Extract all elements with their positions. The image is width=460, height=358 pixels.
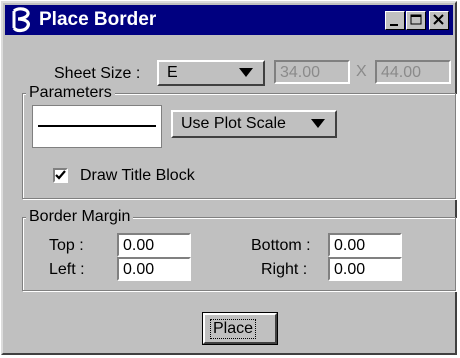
place-button-face: Place xyxy=(203,313,277,344)
close-button[interactable] xyxy=(429,11,449,30)
plot-scale-value: Use Plot Scale xyxy=(181,115,286,132)
border-margin-legend: Border Margin xyxy=(26,208,134,226)
right-margin-field[interactable]: 0.00 xyxy=(328,257,402,281)
close-icon xyxy=(433,14,444,25)
parameters-legend: Parameters xyxy=(26,84,115,102)
maximize-icon xyxy=(410,14,422,25)
chevron-down-icon xyxy=(311,119,325,128)
sheet-size-value: E xyxy=(167,64,178,81)
top-margin-field[interactable]: 0.00 xyxy=(117,233,191,257)
window-title: Place Border xyxy=(39,9,157,30)
place-button[interactable]: Place xyxy=(202,312,278,345)
sheet-height-field[interactable]: 44.00 xyxy=(375,60,451,84)
bottom-margin-field[interactable]: 0.00 xyxy=(328,233,402,257)
place-button-label: Place xyxy=(210,319,257,339)
line-style-sample xyxy=(38,125,156,127)
sheet-size-dropdown[interactable]: E xyxy=(157,60,265,86)
line-style-preview[interactable] xyxy=(32,105,162,148)
place-border-dialog: Place Border Sheet Size : E 34.00 X 44.0… xyxy=(1,1,457,355)
chevron-down-icon xyxy=(239,68,253,77)
right-margin-label: Right : xyxy=(261,261,308,278)
draw-title-block-checkbox[interactable] xyxy=(53,168,68,183)
plot-scale-dropdown[interactable]: Use Plot Scale xyxy=(171,110,337,138)
checkmark-icon xyxy=(55,170,66,180)
title-bar[interactable]: Place Border xyxy=(5,5,453,35)
dimension-separator: X xyxy=(356,63,367,80)
left-margin-label: Left : xyxy=(49,261,85,278)
app-logo-icon xyxy=(12,7,30,33)
sheet-size-label: Sheet Size : xyxy=(54,65,141,82)
draw-title-block-label[interactable]: Draw Title Block xyxy=(80,167,195,185)
minimize-button[interactable] xyxy=(385,11,405,30)
left-margin-field[interactable]: 0.00 xyxy=(117,257,191,281)
bottom-margin-label: Bottom : xyxy=(251,237,311,254)
top-margin-label: Top : xyxy=(49,237,84,254)
sheet-width-field[interactable]: 34.00 xyxy=(274,60,350,84)
maximize-button[interactable] xyxy=(406,11,426,30)
minimize-icon xyxy=(390,24,398,26)
